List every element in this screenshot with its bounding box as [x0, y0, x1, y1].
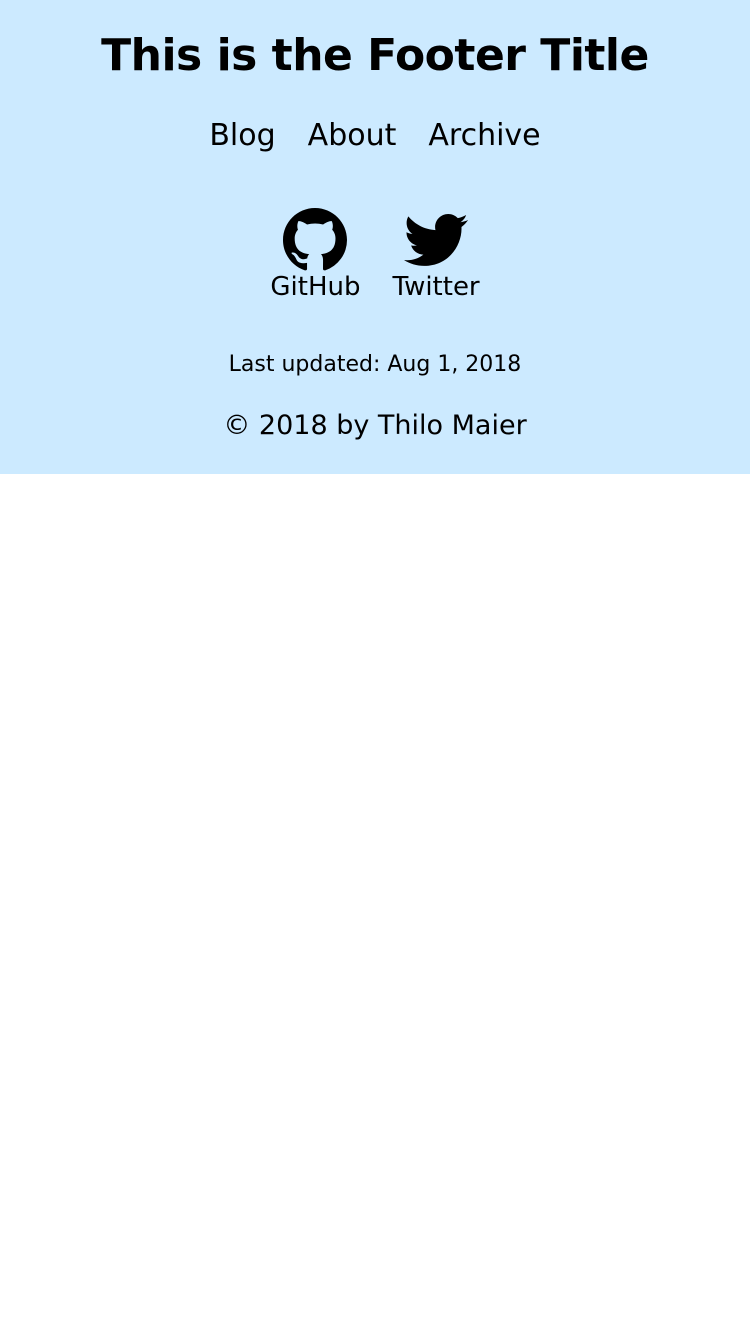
- last-updated-text: Last updated: Aug 1, 2018: [228, 352, 522, 377]
- nav-link-archive[interactable]: Archive: [428, 114, 540, 158]
- footer-title: This is the Footer Title: [101, 30, 649, 81]
- twitter-link[interactable]: Twitter: [392, 208, 480, 303]
- social-links: GitHub Twitter: [0, 208, 750, 303]
- github-icon: [282, 208, 348, 272]
- footer-nav: Blog About Archive: [0, 114, 750, 158]
- twitter-label: Twitter: [392, 272, 480, 302]
- github-link[interactable]: GitHub: [270, 208, 360, 303]
- site-footer: This is the Footer Title Blog About Arch…: [0, 0, 750, 474]
- nav-link-blog[interactable]: Blog: [209, 114, 275, 158]
- twitter-icon: [403, 208, 469, 272]
- copyright-text: © 2018 by Thilo Maier: [223, 410, 527, 441]
- github-label: GitHub: [270, 272, 361, 302]
- nav-link-about[interactable]: About: [308, 114, 397, 158]
